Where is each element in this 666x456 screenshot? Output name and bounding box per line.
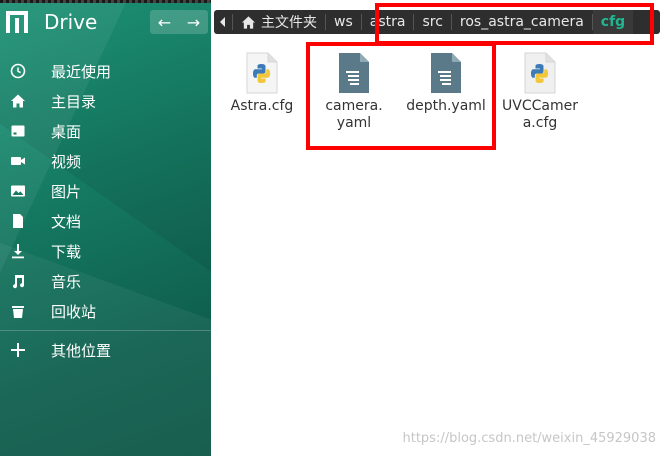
- sidebar-item-trash[interactable]: 回收站: [0, 296, 211, 326]
- sidebar-item-videos[interactable]: 视频: [0, 146, 211, 176]
- back-button[interactable]: ←: [150, 10, 179, 34]
- sidebar-item-desktop[interactable]: 桌面: [0, 116, 211, 146]
- sidebar-item-label: 文档: [51, 212, 82, 231]
- file-name: depth.yaml: [406, 98, 486, 114]
- sidebar-item-recent[interactable]: 最近使用: [0, 56, 211, 86]
- top-strip: [0, 0, 211, 3]
- app-title: Drive: [44, 10, 98, 34]
- video-icon: [9, 152, 27, 170]
- file-item[interactable]: UVCCamer a.cfg: [495, 52, 585, 132]
- document-icon: [9, 212, 27, 230]
- picture-icon: [9, 182, 27, 200]
- caret-left-icon: [220, 17, 225, 27]
- text-file-icon: [337, 52, 371, 94]
- file-item[interactable]: camera. yaml: [309, 52, 399, 132]
- file-item[interactable]: depth.yaml: [401, 52, 491, 115]
- sidebar-item-label: 主目录: [51, 92, 97, 111]
- sidebar-item-label: 图片: [51, 182, 82, 201]
- sidebar-item-pictures[interactable]: 图片: [0, 176, 211, 206]
- path-highlight-box: [375, 3, 654, 45]
- file-name-line2: a.cfg: [522, 115, 558, 131]
- files-app-icon: [6, 11, 28, 33]
- file-item[interactable]: Astra.cfg: [217, 52, 307, 115]
- sidebar-item-label: 视频: [51, 152, 82, 171]
- python-file-icon: [245, 52, 279, 94]
- places-list: 最近使用 主目录 桌面 视频 图片 文档 下载 音乐 回收站 其他位置: [0, 56, 211, 365]
- file-name-line2: yaml: [336, 115, 372, 131]
- sidebar-item-label: 其他位置: [51, 341, 112, 360]
- sidebar: Drive ← → 最近使用 主目录 桌面 视频 图片 文档 下载 音乐 回收站…: [0, 0, 211, 456]
- sidebar-item-label: 下载: [51, 242, 82, 261]
- sidebar-item-documents[interactable]: 文档: [0, 206, 211, 236]
- music-icon: [9, 272, 27, 290]
- sidebar-item-music[interactable]: 音乐: [0, 266, 211, 296]
- breadcrumb-scroll-left[interactable]: [214, 17, 232, 27]
- breadcrumb-home[interactable]: 主文件夹: [233, 10, 325, 34]
- sidebar-item-home[interactable]: 主目录: [0, 86, 211, 116]
- sidebar-item-label: 回收站: [51, 302, 97, 321]
- trash-icon: [9, 302, 27, 320]
- app-brand: Drive: [6, 10, 97, 34]
- arrow-right-icon: →: [186, 12, 201, 32]
- breadcrumb-label: 主文件夹: [261, 15, 317, 31]
- plus-icon: [9, 341, 27, 359]
- arrow-left-icon: ←: [157, 12, 172, 32]
- desktop-icon: [9, 122, 27, 140]
- watermark: https://blog.csdn.net/weixin_45929038: [402, 431, 656, 446]
- forward-button[interactable]: →: [179, 10, 208, 34]
- file-name: camera.: [325, 98, 383, 114]
- sidebar-item-label: 音乐: [51, 272, 82, 291]
- sidebar-item-other-locations[interactable]: 其他位置: [0, 335, 211, 365]
- python-file-icon: [523, 52, 557, 94]
- home-icon: [241, 15, 256, 29]
- clock-icon: [9, 62, 27, 80]
- history-nav: ← →: [150, 10, 208, 34]
- sidebar-divider: [0, 330, 211, 331]
- download-icon: [9, 242, 27, 260]
- sidebar-item-downloads[interactable]: 下载: [0, 236, 211, 266]
- home-icon: [9, 92, 27, 110]
- sidebar-item-label: 桌面: [51, 122, 82, 141]
- file-name: UVCCamer: [502, 98, 578, 114]
- text-file-icon: [429, 52, 463, 94]
- sidebar-item-label: 最近使用: [51, 62, 112, 81]
- breadcrumb-ws[interactable]: ws: [326, 10, 361, 34]
- file-name: Astra.cfg: [230, 98, 294, 114]
- breadcrumb-label: ws: [334, 14, 353, 30]
